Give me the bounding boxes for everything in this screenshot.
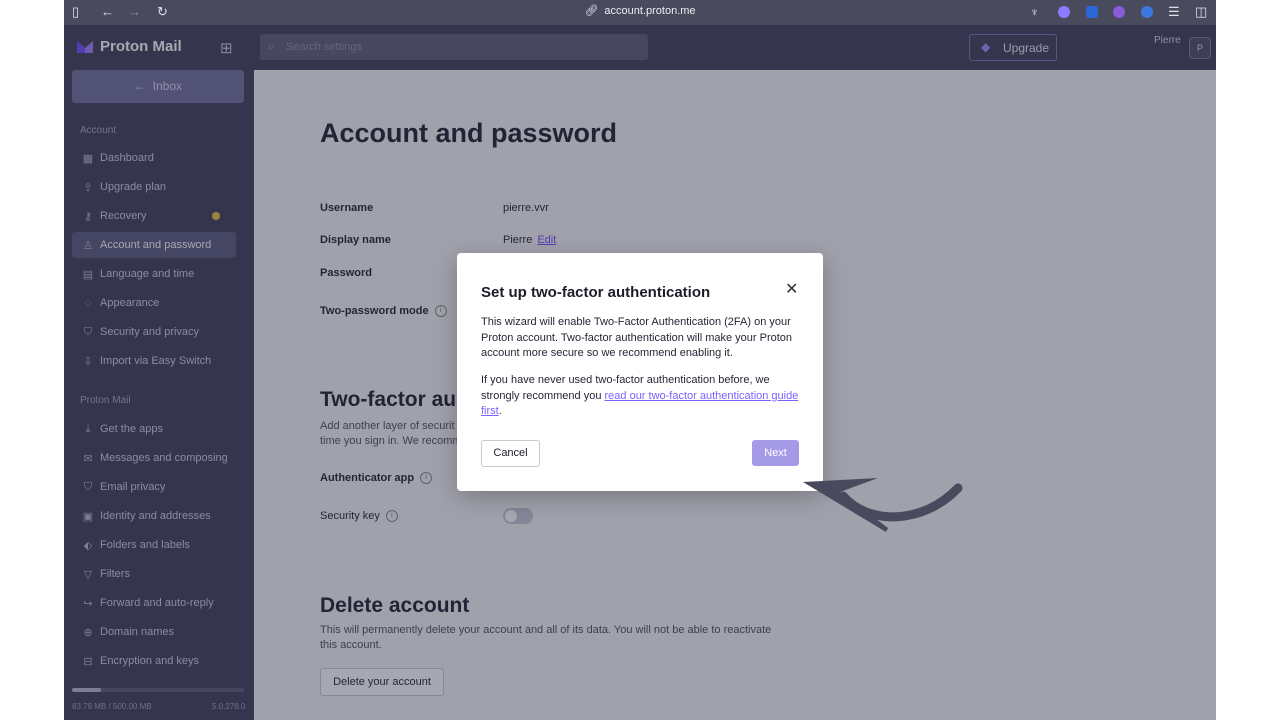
cancel-button[interactable]: Cancel <box>481 440 540 467</box>
bitwarden-extension-icon[interactable] <box>1086 6 1098 18</box>
address-bar[interactable]: 🔗︎ account.proton.me <box>64 4 1216 17</box>
screen: ▯ ← → ↻ 🔗︎ account.proton.me ♆ ☰ ◫ Proton… <box>64 0 1216 720</box>
extension-icon[interactable] <box>1141 6 1153 18</box>
split-view-icon[interactable]: ◫ <box>1195 3 1207 21</box>
trident-extension-icon[interactable]: ♆ <box>1030 3 1039 21</box>
link-icon: 🔗︎ <box>584 5 599 17</box>
reader-icon[interactable]: ☰ <box>1168 3 1180 21</box>
url-text: account.proton.me <box>604 5 696 17</box>
dialog-paragraph-text: . <box>498 405 502 417</box>
dialog-paragraph: If you have never used two-factor authen… <box>481 373 807 420</box>
dialog-title: Set up two-factor authentication <box>481 284 711 301</box>
pointing-arrow-icon <box>803 478 963 532</box>
next-button[interactable]: Next <box>752 440 799 466</box>
proton-extension-icon[interactable] <box>1058 6 1070 18</box>
two-factor-setup-dialog: Set up two-factor authentication ✕ This … <box>457 253 823 491</box>
extension-icon[interactable] <box>1113 6 1125 18</box>
close-icon[interactable]: ✕ <box>785 282 798 298</box>
dialog-paragraph: This wizard will enable Two-Factor Authe… <box>481 316 793 359</box>
browser-toolbar: ▯ ← → ↻ 🔗︎ account.proton.me ♆ ☰ ◫ <box>64 0 1216 25</box>
